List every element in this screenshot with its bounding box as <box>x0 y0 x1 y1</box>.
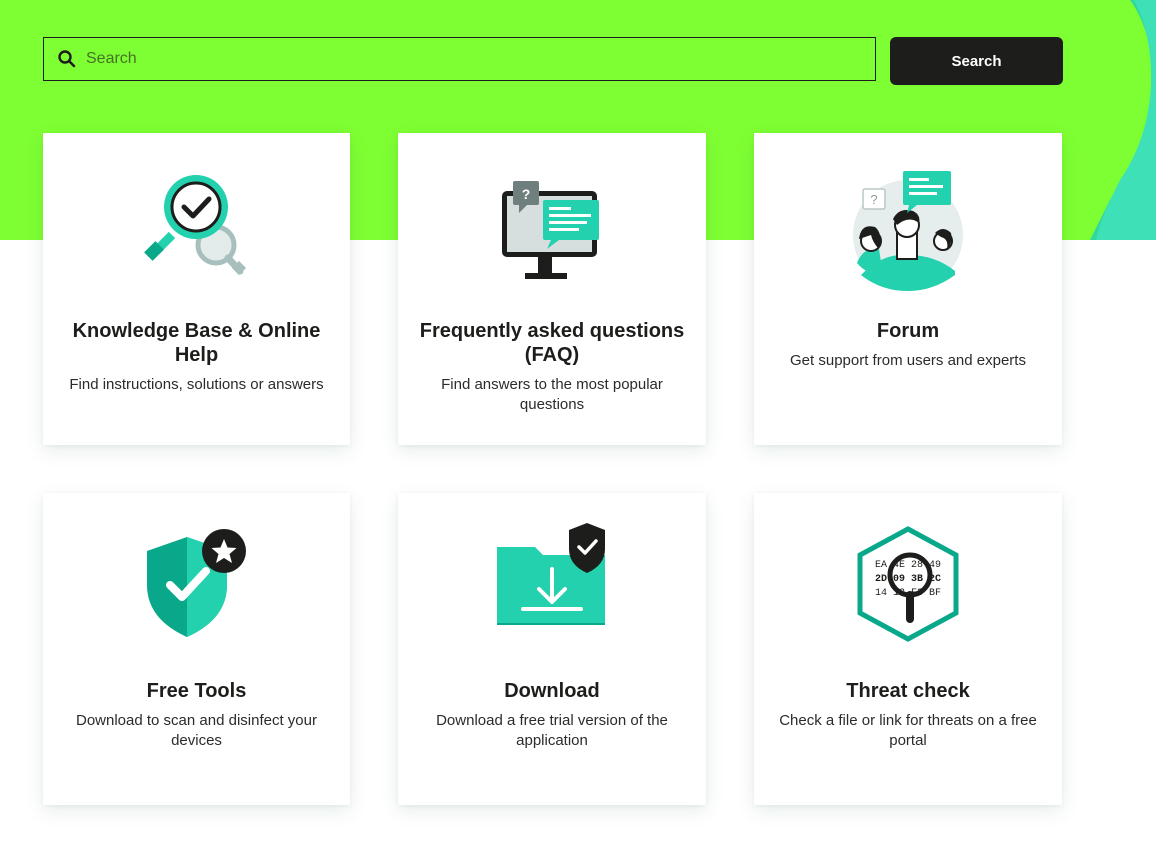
search-button[interactable]: Search <box>890 37 1063 85</box>
card-title: Download <box>504 680 600 702</box>
card-forum[interactable]: ? Forum Get support from users and exper… <box>754 133 1062 445</box>
card-title: Forum <box>876 320 940 342</box>
card-description: Download to scan and disinfect your devi… <box>76 712 317 749</box>
svg-text:?: ? <box>870 192 877 207</box>
card-description: Download a free trial version of the app… <box>436 712 668 749</box>
folder-download-icon <box>497 523 605 625</box>
shield-star-icon <box>146 529 246 637</box>
card-description: Find answers to the most popular questio… <box>441 376 663 413</box>
card-description: Check a file or link for threats on a fr… <box>779 712 1037 749</box>
hero-accent-shape <box>1090 0 1156 240</box>
support-cards-grid: Knowledge Base & Online Help Find instru… <box>43 133 1063 805</box>
card-description: Find instructions, solutions or answers <box>69 376 324 393</box>
card-description: Get support from users and experts <box>790 352 1026 369</box>
search-icon <box>57 49 77 69</box>
svg-text:?: ? <box>522 186 531 202</box>
threat-check-icon: EA 4E 28 49 2D 09 3B 2C 14 13 F3 BF <box>857 526 959 642</box>
card-title: Threat check <box>846 680 970 702</box>
card-free-tools[interactable]: Free Tools Download to scan and disinfec… <box>43 493 350 805</box>
search-input[interactable] <box>86 38 875 80</box>
card-threat-check[interactable]: EA 4E 28 49 2D 09 3B 2C 14 13 F3 BF Thre… <box>754 493 1062 805</box>
card-title: Frequently asked questions (FAQ) <box>419 320 685 366</box>
magnifier-check-icon <box>143 175 246 276</box>
card-download[interactable]: Download Download a free trial version o… <box>398 493 706 805</box>
search-field[interactable] <box>43 37 876 81</box>
forum-people-icon: ? <box>853 171 963 291</box>
card-title: Knowledge Base & Online Help <box>72 320 321 366</box>
monitor-chat-icon: ? <box>502 181 599 279</box>
support-page: Search Knowledge Base & Online Help Find… <box>0 0 1156 855</box>
card-title: Free Tools <box>146 680 247 702</box>
card-knowledge-base[interactable]: Knowledge Base & Online Help Find instru… <box>43 133 350 445</box>
card-faq[interactable]: ? Frequently asked questions (FAQ) Find … <box>398 133 706 445</box>
